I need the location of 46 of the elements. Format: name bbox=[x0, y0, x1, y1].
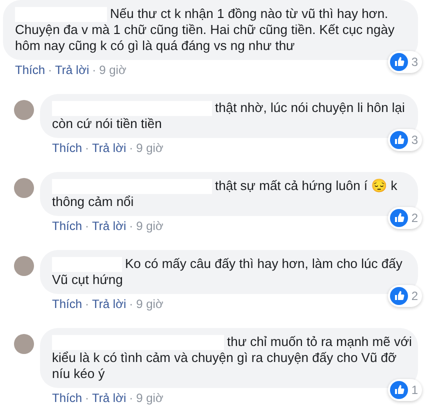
reply-link[interactable]: Trả lời bbox=[55, 62, 90, 78]
separator-dot: · bbox=[128, 296, 134, 312]
avatar[interactable] bbox=[14, 256, 34, 276]
like-icon bbox=[390, 131, 408, 149]
like-link[interactable]: Thích bbox=[52, 296, 82, 312]
comment-text: thông cảm nổi bbox=[52, 194, 134, 210]
separator-dot: · bbox=[84, 296, 90, 312]
reply-link[interactable]: Trả lời bbox=[92, 218, 126, 234]
like-count: 1 bbox=[411, 382, 418, 398]
comment-text: Nếu thư ct k nhận 1 đồng nào từ vũ thì hay hơn. bbox=[110, 6, 388, 22]
avatar[interactable] bbox=[14, 334, 34, 354]
separator-dot: · bbox=[47, 62, 54, 78]
separator-dot: · bbox=[84, 140, 90, 156]
separator-dot: · bbox=[84, 218, 90, 234]
comment-text: hôm nay cũng k có gì là quá đáng vs ng như thư bbox=[15, 38, 295, 54]
avatar[interactable] bbox=[14, 100, 34, 120]
like-count: 2 bbox=[411, 210, 418, 226]
separator-dot: · bbox=[128, 218, 134, 234]
reply-link[interactable]: Trả lời bbox=[92, 390, 126, 406]
like-link[interactable]: Thích bbox=[52, 390, 82, 406]
reply-link[interactable]: Trả lời bbox=[92, 140, 126, 156]
separator-dot: · bbox=[84, 390, 90, 406]
comment-text: Ko có mấy câu đấy thì hay hơn, làm cho lúc đấy bbox=[125, 256, 402, 272]
like-link[interactable]: Thích bbox=[52, 218, 82, 234]
like-icon bbox=[390, 287, 408, 305]
separator-dot: · bbox=[128, 140, 134, 156]
comment-text: kiểu là k có tình cảm và chuyện gì ra chuyện đấy cho Vũ đỡ bbox=[52, 350, 397, 366]
separator-dot: · bbox=[128, 390, 134, 406]
comment-text: Chuyện đa v mà 1 chữ cũng tiền. Hai chữ cũng tiền. Kết cục ngày bbox=[15, 22, 394, 38]
comment-text: thật sự mất cả hứng luôn í 😔 k bbox=[215, 178, 398, 194]
like-count: 2 bbox=[411, 288, 418, 304]
comment-text: còn cứ nói tiền tiền bbox=[52, 116, 162, 132]
comment-text: thật nhờ, lúc nói chuyện li hôn lại bbox=[215, 100, 405, 116]
like-link[interactable]: Thích bbox=[52, 140, 82, 156]
like-icon bbox=[390, 53, 408, 71]
like-count: 3 bbox=[411, 54, 418, 70]
avatar[interactable] bbox=[14, 178, 34, 198]
comment-text: thư chỉ muốn tỏ ra mạnh mẽ với bbox=[227, 334, 412, 350]
separator-dot: · bbox=[91, 62, 98, 78]
comment-text: níu kéo ý bbox=[52, 366, 105, 382]
comment-text: Vũ cụt hứng bbox=[52, 272, 123, 288]
like-icon bbox=[390, 381, 408, 399]
like-count: 3 bbox=[411, 132, 418, 148]
reply-link[interactable]: Trả lời bbox=[92, 296, 126, 312]
like-icon bbox=[390, 209, 408, 227]
like-link[interactable]: Thích bbox=[15, 62, 46, 78]
